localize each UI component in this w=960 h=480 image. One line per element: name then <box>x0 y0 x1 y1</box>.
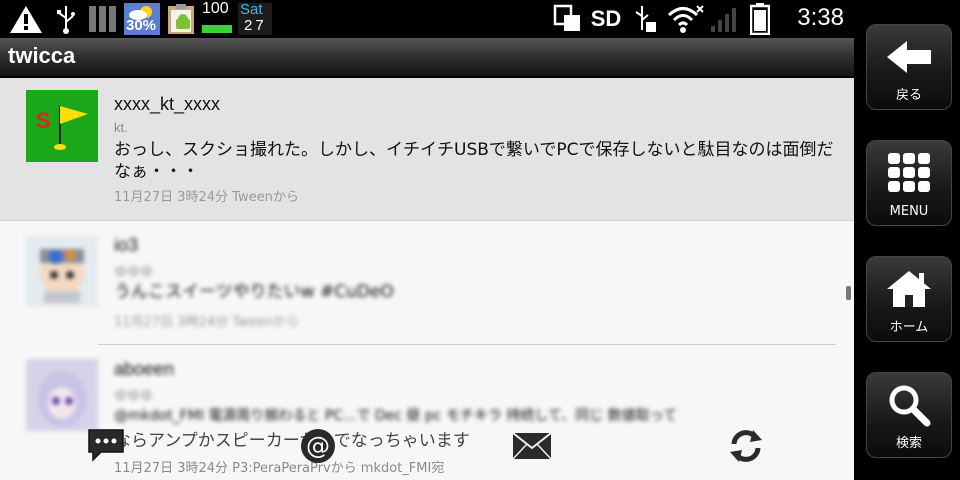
app-title: twicca <box>8 43 76 68</box>
scrollbar-thumb[interactable] <box>846 286 851 300</box>
svg-text:@: @ <box>306 432 330 460</box>
search-button[interactable]: 検索 <box>866 372 952 458</box>
battery-icon <box>748 3 772 35</box>
tweet-username[interactable]: io3 <box>114 235 138 256</box>
screenshot-icon <box>552 3 584 35</box>
weather-widget-percent: 30% <box>126 17 157 34</box>
grid-menu-icon <box>867 149 951 197</box>
tweet-display-name: ゆゆゆ <box>114 388 154 403</box>
tweet-username[interactable]: xxxx_kt_xxxx <box>114 94 220 115</box>
date-label: 27 <box>244 17 267 34</box>
back-button[interactable]: 戻る <box>866 24 952 110</box>
home-icon <box>867 265 951 313</box>
no-signal-icon <box>708 3 740 35</box>
usb-debug-icon <box>630 3 660 35</box>
tweet-display-name: kt. <box>114 120 128 135</box>
home-button[interactable]: ホーム <box>866 256 952 342</box>
day-label: Sat <box>240 1 263 18</box>
clipboard-android-icon <box>164 3 198 35</box>
compose-icon[interactable] <box>82 422 130 470</box>
search-label: 検索 <box>895 436 922 451</box>
sd-icon: SD <box>586 3 626 35</box>
user-avatar[interactable] <box>26 235 98 307</box>
clock: 3:38 <box>797 4 844 31</box>
usb-icon <box>54 3 78 35</box>
back-arrow-icon <box>867 33 951 81</box>
tweet-username[interactable]: aboeen <box>114 359 174 380</box>
tweet-meta: 11月27日 3時24分 Tweenから <box>114 190 299 205</box>
wifi-icon <box>664 3 706 35</box>
warning-icon <box>8 3 44 35</box>
tweet-row[interactable]: io3 ゆゆゆ うんこスイーツやりたいw #CuDeO 11月27日 3時24分… <box>0 221 854 343</box>
home-label: ホーム <box>889 320 929 335</box>
tweet-row[interactable]: S xxxx_kt_xxxx kt. おっし、スクショ撮れた。しかし、イチイチU… <box>0 78 854 220</box>
right-nav: 戻る MENU ホーム 検索 <box>854 0 960 480</box>
bottom-toolbar: @ <box>60 422 854 472</box>
message-icon[interactable] <box>508 422 556 470</box>
tweet-text: おっし、スクショ撮れた。しかし、イチイチUSBで繋いでPCで保存しないと駄目なの… <box>114 140 834 182</box>
mention-icon[interactable]: @ <box>294 422 342 470</box>
weather-widget-icon: 30% <box>124 3 160 35</box>
sd-label: SD <box>590 6 622 31</box>
menu-button[interactable]: MENU <box>866 140 952 226</box>
tweet-meta: 11月27日 3時24分 Tweenから <box>114 315 299 330</box>
calendar-widget-icon: Sat 27 <box>238 1 272 35</box>
refresh-icon[interactable] <box>722 422 770 470</box>
user-avatar[interactable] <box>26 359 98 431</box>
battery-widget-icon: 100 <box>202 0 236 35</box>
menu-label: MENU <box>889 204 929 219</box>
search-icon <box>867 381 951 429</box>
timeline[interactable]: S xxxx_kt_xxxx kt. おっし、スクショ撮れた。しかし、イチイチU… <box>0 78 854 480</box>
level-widget-value: 100 <box>202 0 229 17</box>
back-label: 戻る <box>895 88 922 103</box>
user-avatar[interactable]: S <box>26 90 98 162</box>
svg-text:S: S <box>36 108 51 133</box>
signal-bars-icon <box>88 3 120 35</box>
tweet-text: うんこスイーツやりたいw #CuDeO <box>114 282 394 302</box>
status-bar: 30% 100 Sat 27 SD 3:38 <box>0 0 854 38</box>
tweet-display-name: ゆゆゆ <box>114 264 154 279</box>
title-bar: twicca <box>0 38 854 78</box>
